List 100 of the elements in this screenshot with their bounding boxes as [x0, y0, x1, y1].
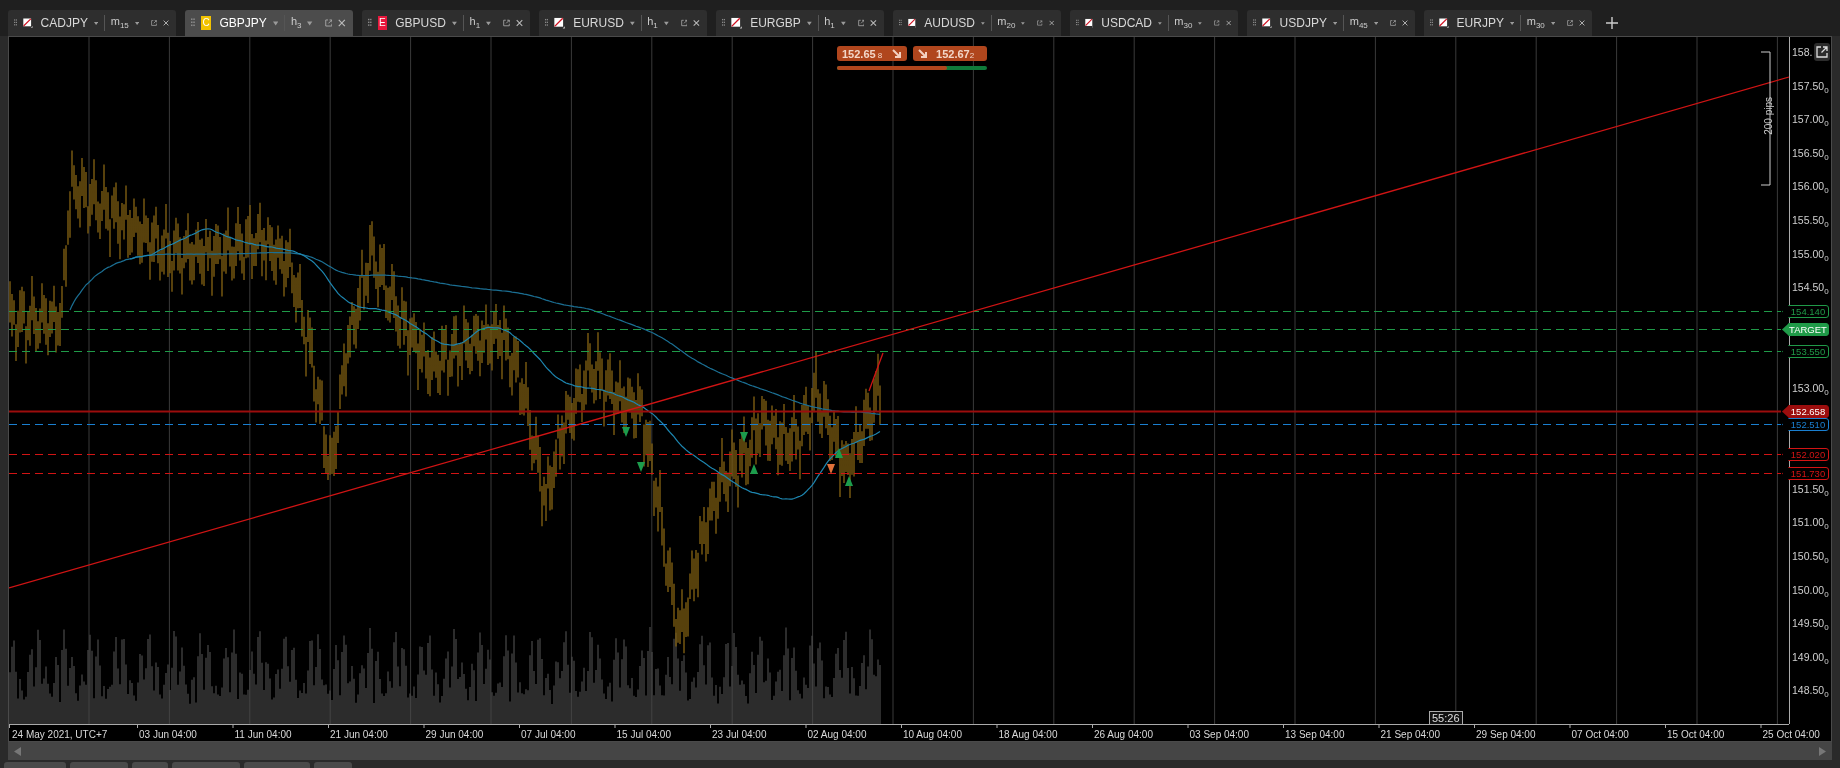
symbol-letter-icon: E: [377, 16, 388, 30]
chart-tab[interactable]: CADJPY m$_{15}$: [8, 10, 176, 36]
caret-icon[interactable]: [272, 20, 279, 26]
time-axis-label: 11 Jun 04:00: [234, 729, 292, 740]
caret-icon[interactable]: [981, 20, 985, 26]
price-line-segment: [868, 352, 884, 392]
time-axis-label: 21 Sep 04:00: [1380, 729, 1440, 740]
price-level-tag: 152.658: [1782, 405, 1829, 418]
popout-icon[interactable]: [503, 18, 510, 28]
caret-icon[interactable]: [486, 20, 492, 26]
symbol-label: EURJPY: [1456, 16, 1504, 30]
popout-icon[interactable]: [151, 18, 157, 28]
caret-icon[interactable]: [806, 20, 812, 26]
chart-tab[interactable]: E GBPUSD h$_{1}$: [362, 10, 530, 36]
popout-icon[interactable]: [1390, 18, 1396, 28]
price-axis-label: 154.50$_{0}$: [1792, 280, 1829, 299]
caret-icon[interactable]: [451, 20, 457, 26]
symbol-label: AUDUSD: [924, 16, 975, 30]
horizontal-scrollbar[interactable]: [8, 742, 1832, 760]
timeframe-label[interactable]: h$_{1}$: [824, 15, 835, 31]
timeframe-label[interactable]: m$_{15}$: [110, 15, 129, 31]
price-axis-label: 156.50$_{0}$: [1792, 145, 1829, 164]
time-axis-label: 18 Aug 04:00: [998, 729, 1058, 740]
chart-tab[interactable]: USDCAD m$_{30}$: [1070, 10, 1238, 36]
time-axis-label: 23 Jul 04:00: [712, 729, 767, 740]
close-icon[interactable]: [338, 18, 346, 28]
timeframe-label[interactable]: h$_{1}$: [647, 15, 658, 31]
chart-tab[interactable]: EURUSD h$_{1}$: [539, 10, 707, 36]
close-icon[interactable]: [163, 18, 169, 28]
buy-price-button[interactable]: 152.672: [913, 46, 987, 61]
timeframe-label[interactable]: h$_{1}$: [469, 15, 481, 31]
time-axis-label: 02 Aug 04:00: [807, 729, 867, 740]
caret-icon[interactable]: [1550, 20, 1555, 26]
time-axis-label: 26 Aug 04:00: [1094, 729, 1153, 740]
scroll-right-icon[interactable]: [1819, 746, 1826, 756]
timeframe-label[interactable]: m$_{45}$: [1349, 15, 1368, 31]
price-axis-label: 153.00$_{0}$: [1792, 381, 1829, 400]
timeframe-label[interactable]: m$_{30}$: [1526, 15, 1545, 31]
popout-icon[interactable]: [1214, 18, 1220, 28]
symbol-flag-icon: [554, 15, 566, 31]
time-axis-label: 10 Aug 04:00: [903, 729, 962, 740]
close-icon[interactable]: [1225, 18, 1231, 28]
price-level-tag: TARGET: [1782, 323, 1829, 336]
popout-icon[interactable]: [1567, 18, 1573, 28]
price-axis-label: 150.00$_{0}$: [1792, 582, 1829, 601]
close-icon[interactable]: [1402, 18, 1408, 28]
price-level-tag: 151.730: [1782, 467, 1829, 480]
popout-icon[interactable]: [324, 18, 333, 28]
close-icon[interactable]: [516, 18, 523, 28]
caret-icon[interactable]: [307, 20, 313, 26]
caret-icon[interactable]: [134, 20, 139, 26]
time-axis-label: 03 Jun 04:00: [139, 729, 197, 740]
pip-ruler-label: 200 pips: [1763, 97, 1774, 135]
timeframe-label[interactable]: h$_{3}$: [290, 15, 302, 31]
price-axis-label: 156.00$_{0}$: [1792, 179, 1829, 198]
chart-tab[interactable]: EURGBP h$_{1}$: [716, 10, 884, 36]
caret-icon[interactable]: [1332, 20, 1338, 26]
chart-tab[interactable]: USDJPY m$_{45}$: [1247, 10, 1415, 36]
time-axis-label: 24 May 2021, UTC+7: [12, 729, 108, 740]
price-axis-label: 151.50$_{0}$: [1792, 481, 1829, 500]
caret-icon[interactable]: [1509, 20, 1515, 26]
close-icon[interactable]: [693, 18, 700, 28]
caret-icon[interactable]: [840, 20, 846, 26]
caret-icon[interactable]: [1021, 20, 1026, 26]
price-axis-label: 157.00$_{0}$: [1792, 112, 1829, 131]
close-icon[interactable]: [870, 18, 877, 28]
caret-icon[interactable]: [1158, 20, 1162, 26]
add-icon[interactable]: [1605, 16, 1619, 30]
price-level-tag: 152.020: [1782, 448, 1829, 461]
symbol-flag-icon: [1439, 15, 1449, 31]
symbol-flag-icon: [1262, 15, 1272, 31]
timeframe-label[interactable]: m$_{20}$: [997, 15, 1016, 31]
scroll-left-icon[interactable]: [14, 746, 21, 756]
symbol-label: USDJPY: [1279, 16, 1327, 30]
caret-icon[interactable]: [93, 20, 99, 26]
arrow-icon: [892, 48, 903, 59]
sell-price-button[interactable]: 152.65 8: [837, 46, 908, 61]
symbol-label: USDCAD: [1101, 16, 1152, 30]
popout-icon[interactable]: [680, 18, 688, 28]
price-axis-label: 150.50$_{0}$: [1792, 549, 1829, 568]
price-axis-label: 155.50$_{0}$: [1792, 213, 1829, 232]
popout-button[interactable]: [1814, 43, 1830, 61]
caret-icon[interactable]: [1198, 20, 1203, 26]
caret-icon[interactable]: [663, 20, 669, 26]
symbol-label: EURGBP: [750, 16, 801, 30]
price-level-tag: 154.140: [1782, 305, 1829, 318]
chart-tab[interactable]: AUDUSD m$_{20}$: [893, 10, 1061, 36]
caret-icon[interactable]: [629, 20, 635, 26]
timeframe-label[interactable]: m$_{30}$: [1174, 15, 1193, 31]
chart-tab[interactable]: C GBPJPY h$_{3}$: [185, 10, 353, 36]
symbol-label: CADJPY: [40, 16, 88, 30]
popout-icon[interactable]: [1037, 18, 1043, 28]
arrow-icon: [918, 48, 929, 59]
bar-countdown-label: 55:26: [1429, 711, 1463, 725]
popout-icon[interactable]: [857, 18, 865, 28]
chart-tab[interactable]: EURJPY m$_{30}$: [1424, 10, 1592, 36]
caret-icon[interactable]: [1373, 20, 1378, 26]
price-axis-label: 158.: [1792, 45, 1813, 59]
close-icon[interactable]: [1579, 18, 1585, 28]
close-icon[interactable]: [1048, 18, 1054, 28]
